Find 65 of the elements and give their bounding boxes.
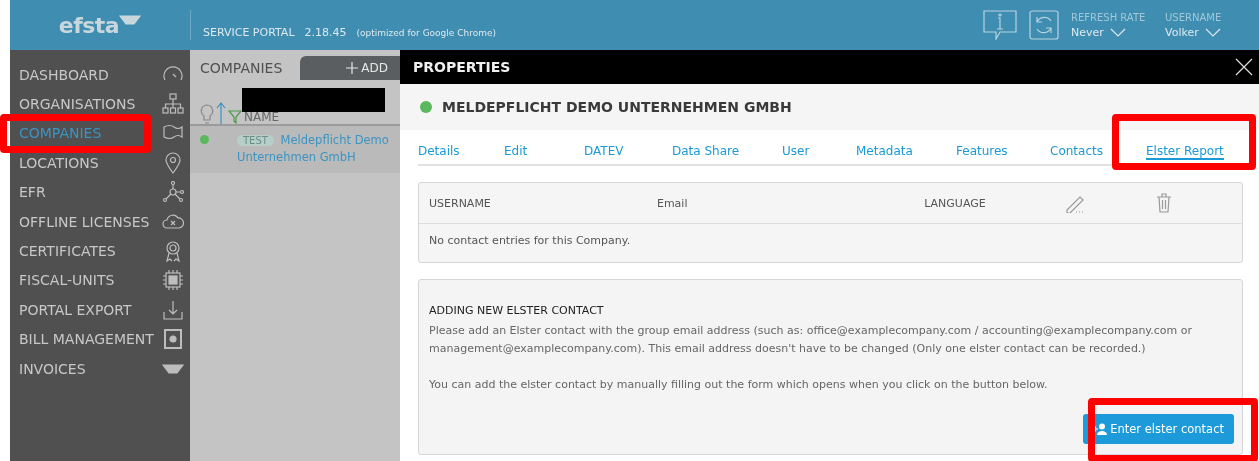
- user-dropdown[interactable]: Volker: [1165, 25, 1253, 39]
- tab[interactable]: Metadata: [856, 144, 913, 160]
- info-button[interactable]: [983, 10, 1017, 40]
- column-header: USERNAME: [429, 196, 492, 210]
- sidebar-item[interactable]: COMPANIES: [10, 118, 190, 149]
- browser-note: (optimized for Google Chrome): [356, 27, 497, 38]
- tab[interactable]: Data Share: [672, 144, 740, 160]
- sort-up-arrow-icon: [216, 102, 226, 124]
- map-pin-icon: [162, 151, 184, 174]
- company-row[interactable]: TEST Meldepflicht Demo Unternehmen GmbH: [190, 126, 400, 173]
- sidebar-item[interactable]: CERTIFICATES: [10, 236, 190, 266]
- chip-icon: [162, 269, 184, 292]
- tab[interactable]: User: [782, 144, 810, 160]
- logo-text: efsta: [58, 12, 120, 38]
- network-icon: [162, 181, 184, 204]
- chevron-down-icon: [1109, 27, 1126, 37]
- close-icon: [1235, 58, 1253, 76]
- panel-title: COMPANIES: [200, 60, 283, 76]
- sidebar-item[interactable]: BILL MANAGEMENT: [10, 324, 190, 354]
- column-header: LANGUAGE: [924, 196, 987, 210]
- refresh-icon: [1029, 10, 1059, 40]
- sidebar-item[interactable]: EFR: [10, 177, 190, 207]
- sidebar-item[interactable]: ORGANISATIONS: [10, 89, 190, 119]
- download-icon: [162, 298, 184, 321]
- chevron-down-icon: [1204, 27, 1221, 37]
- plus-icon: [346, 62, 359, 74]
- username-label: USERNAME: [1165, 11, 1223, 23]
- column-header: NAME: [244, 111, 280, 124]
- add-label: ADD: [361, 61, 388, 75]
- version-label: 2.18.45: [304, 25, 347, 39]
- wing-logo-icon: [119, 14, 142, 25]
- add-button[interactable]: ADD: [300, 56, 400, 80]
- company-name: TEST Meldepflicht Demo Unternehmen GmbH: [237, 132, 390, 165]
- trash-icon: [1156, 193, 1172, 213]
- sidebar-item[interactable]: FISCAL-UNITS: [10, 265, 190, 296]
- tab[interactable]: Details: [418, 144, 460, 160]
- hint-text: You can add the elster contact by manually filling out the form which opens when you click on the button below.: [429, 377, 1049, 393]
- wings-icon: [162, 363, 184, 374]
- tab[interactable]: Elster Report: [1146, 144, 1224, 160]
- sidebar-item[interactable]: OFFLINE LICENSES: [10, 206, 190, 237]
- tab[interactable]: Contacts: [1050, 144, 1103, 160]
- filter-icon: [228, 110, 242, 124]
- enter-contact-button[interactable]: Enter elster contact: [1083, 414, 1234, 444]
- tab[interactable]: Edit: [504, 144, 528, 160]
- section-title: ADDING NEW ELSTER CONTACT: [429, 304, 605, 317]
- lightbulb-icon: [200, 104, 214, 124]
- portal-title: SERVICE PORTAL: [203, 25, 295, 39]
- column-header: Email: [656, 196, 689, 210]
- refresh-rate-label: REFRESH RATE: [1071, 11, 1147, 23]
- company-title: MELDEPFLICHT DEMO UNTERNEHMEN GMBH: [442, 99, 792, 115]
- sidebar-item[interactable]: INVOICES: [10, 353, 190, 384]
- hierarchy-icon: [162, 93, 184, 116]
- sidebar-item[interactable]: DASHBOARD: [10, 60, 190, 90]
- tab[interactable]: DATEV: [584, 144, 624, 160]
- sidebar-item[interactable]: PORTAL EXPORT: [10, 295, 190, 325]
- panel-title: PROPERTIES: [413, 59, 511, 75]
- add-person-icon: [1093, 423, 1108, 435]
- refresh-button[interactable]: [1029, 10, 1059, 40]
- empty-message: No contact entries for this Company.: [428, 233, 632, 249]
- description-text: Please add an Elster contact with the group email address (such as: office@examplecompany.com / accounting@examplecompany.com or management@examplecompany.com). This email address doesn't have to be changed (Only one elster contact can be recorded.): [429, 323, 1194, 357]
- sidebar-item[interactable]: LOCATIONS: [10, 148, 190, 178]
- tab[interactable]: Features: [956, 144, 1008, 160]
- info-icon: [983, 10, 1017, 40]
- delete-button[interactable]: [1156, 193, 1172, 213]
- refresh-dropdown[interactable]: Never: [1071, 25, 1159, 39]
